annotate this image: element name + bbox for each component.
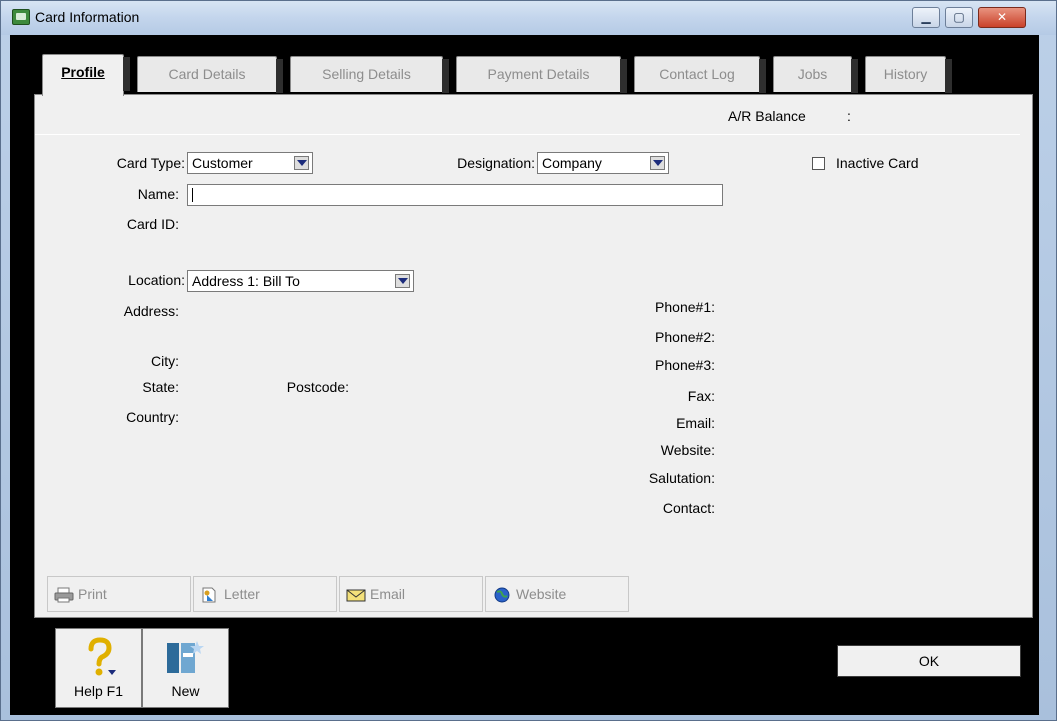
tab-label: Profile	[61, 64, 105, 80]
tab-label: Selling Details	[322, 66, 411, 82]
contact-label: Contact:	[662, 500, 715, 516]
window-title: Card Information	[35, 9, 140, 25]
tab-history[interactable]: History	[865, 56, 952, 93]
name-label: Name:	[137, 186, 179, 202]
envelope-icon	[346, 589, 366, 602]
ar-balance-label: A/R Balance	[728, 108, 806, 124]
new-button[interactable]: New	[142, 628, 229, 708]
name-input[interactable]	[187, 184, 723, 206]
website-action-label: Website	[516, 586, 567, 602]
tab-profile[interactable]: Profile	[42, 54, 130, 96]
postcode-label: Postcode:	[286, 379, 349, 395]
designation-select[interactable]: Company	[537, 152, 669, 174]
profile-panel: A/R Balance : Card Type: Customer Design…	[34, 94, 1033, 618]
designation-label: Designation:	[457, 155, 535, 171]
new-card-icon	[167, 641, 204, 673]
card-information-window: Card Information ▁ ▢ ✕ Profile Card Deta…	[0, 0, 1057, 721]
letter-button[interactable]: Letter	[193, 576, 337, 612]
tab-label: History	[883, 66, 928, 82]
website-button[interactable]: Website	[485, 576, 629, 612]
inactive-card-checkbox[interactable]	[812, 157, 825, 170]
tab-jobs[interactable]: Jobs	[773, 56, 858, 93]
help-label: Help F1	[73, 683, 124, 699]
phone3-label: Phone#3:	[655, 357, 715, 373]
fax-label: Fax:	[687, 388, 715, 404]
country-label: Country:	[126, 409, 179, 425]
title-bar[interactable]: Card Information ▁ ▢ ✕	[1, 1, 1056, 35]
printer-icon	[54, 587, 74, 603]
minimize-button[interactable]: ▁	[912, 7, 940, 28]
salutation-label: Salutation:	[648, 470, 715, 486]
divider	[35, 134, 1020, 135]
letter-icon	[202, 587, 216, 603]
city-label: City:	[151, 353, 179, 369]
ok-button[interactable]: OK	[837, 645, 1021, 677]
phone1-label: Phone#1:	[655, 299, 715, 315]
chevron-down-icon[interactable]	[650, 156, 665, 170]
app-icon	[12, 9, 30, 25]
print-label: Print	[78, 586, 107, 602]
location-label: Location:	[128, 272, 185, 288]
ar-balance-separator: :	[847, 108, 851, 124]
tab-contact-log[interactable]: Contact Log	[634, 56, 766, 93]
address-label: Address:	[123, 303, 179, 319]
chevron-down-icon[interactable]	[395, 274, 410, 288]
help-icon	[88, 637, 116, 676]
location-select[interactable]: Address 1: Bill To	[187, 270, 414, 292]
card-id-label: Card ID:	[126, 216, 179, 232]
ok-label: OK	[918, 653, 940, 669]
maximize-button[interactable]: ▢	[945, 7, 973, 28]
print-button[interactable]: Print	[47, 576, 191, 612]
phone2-label: Phone#2:	[655, 329, 715, 345]
globe-icon	[494, 587, 510, 603]
new-label: New	[171, 683, 200, 699]
email-label: Email:	[676, 415, 715, 431]
tab-selling-details[interactable]: Selling Details	[290, 56, 449, 93]
help-button[interactable]: Help F1	[55, 628, 142, 708]
card-type-value: Customer	[192, 155, 253, 171]
tab-label: Card Details	[168, 66, 246, 82]
tab-card-details[interactable]: Card Details	[137, 56, 283, 93]
inactive-card-label[interactable]: Inactive Card	[836, 155, 918, 171]
letter-label: Letter	[224, 586, 260, 602]
state-label: State:	[142, 379, 179, 395]
email-action-label: Email	[370, 586, 406, 602]
tab-label: Contact Log	[659, 66, 735, 82]
location-value: Address 1: Bill To	[192, 273, 300, 289]
chevron-down-icon[interactable]	[294, 156, 309, 170]
email-button[interactable]: Email	[339, 576, 483, 612]
card-type-select[interactable]: Customer	[187, 152, 313, 174]
tab-label: Payment Details	[487, 66, 590, 82]
close-button[interactable]: ✕	[978, 7, 1026, 28]
card-type-label: Card Type:	[116, 155, 185, 171]
tab-label: Jobs	[797, 66, 828, 82]
text-caret	[192, 188, 193, 202]
designation-value: Company	[542, 155, 602, 171]
tab-payment-details[interactable]: Payment Details	[456, 56, 627, 93]
website-label: Website:	[660, 442, 715, 458]
